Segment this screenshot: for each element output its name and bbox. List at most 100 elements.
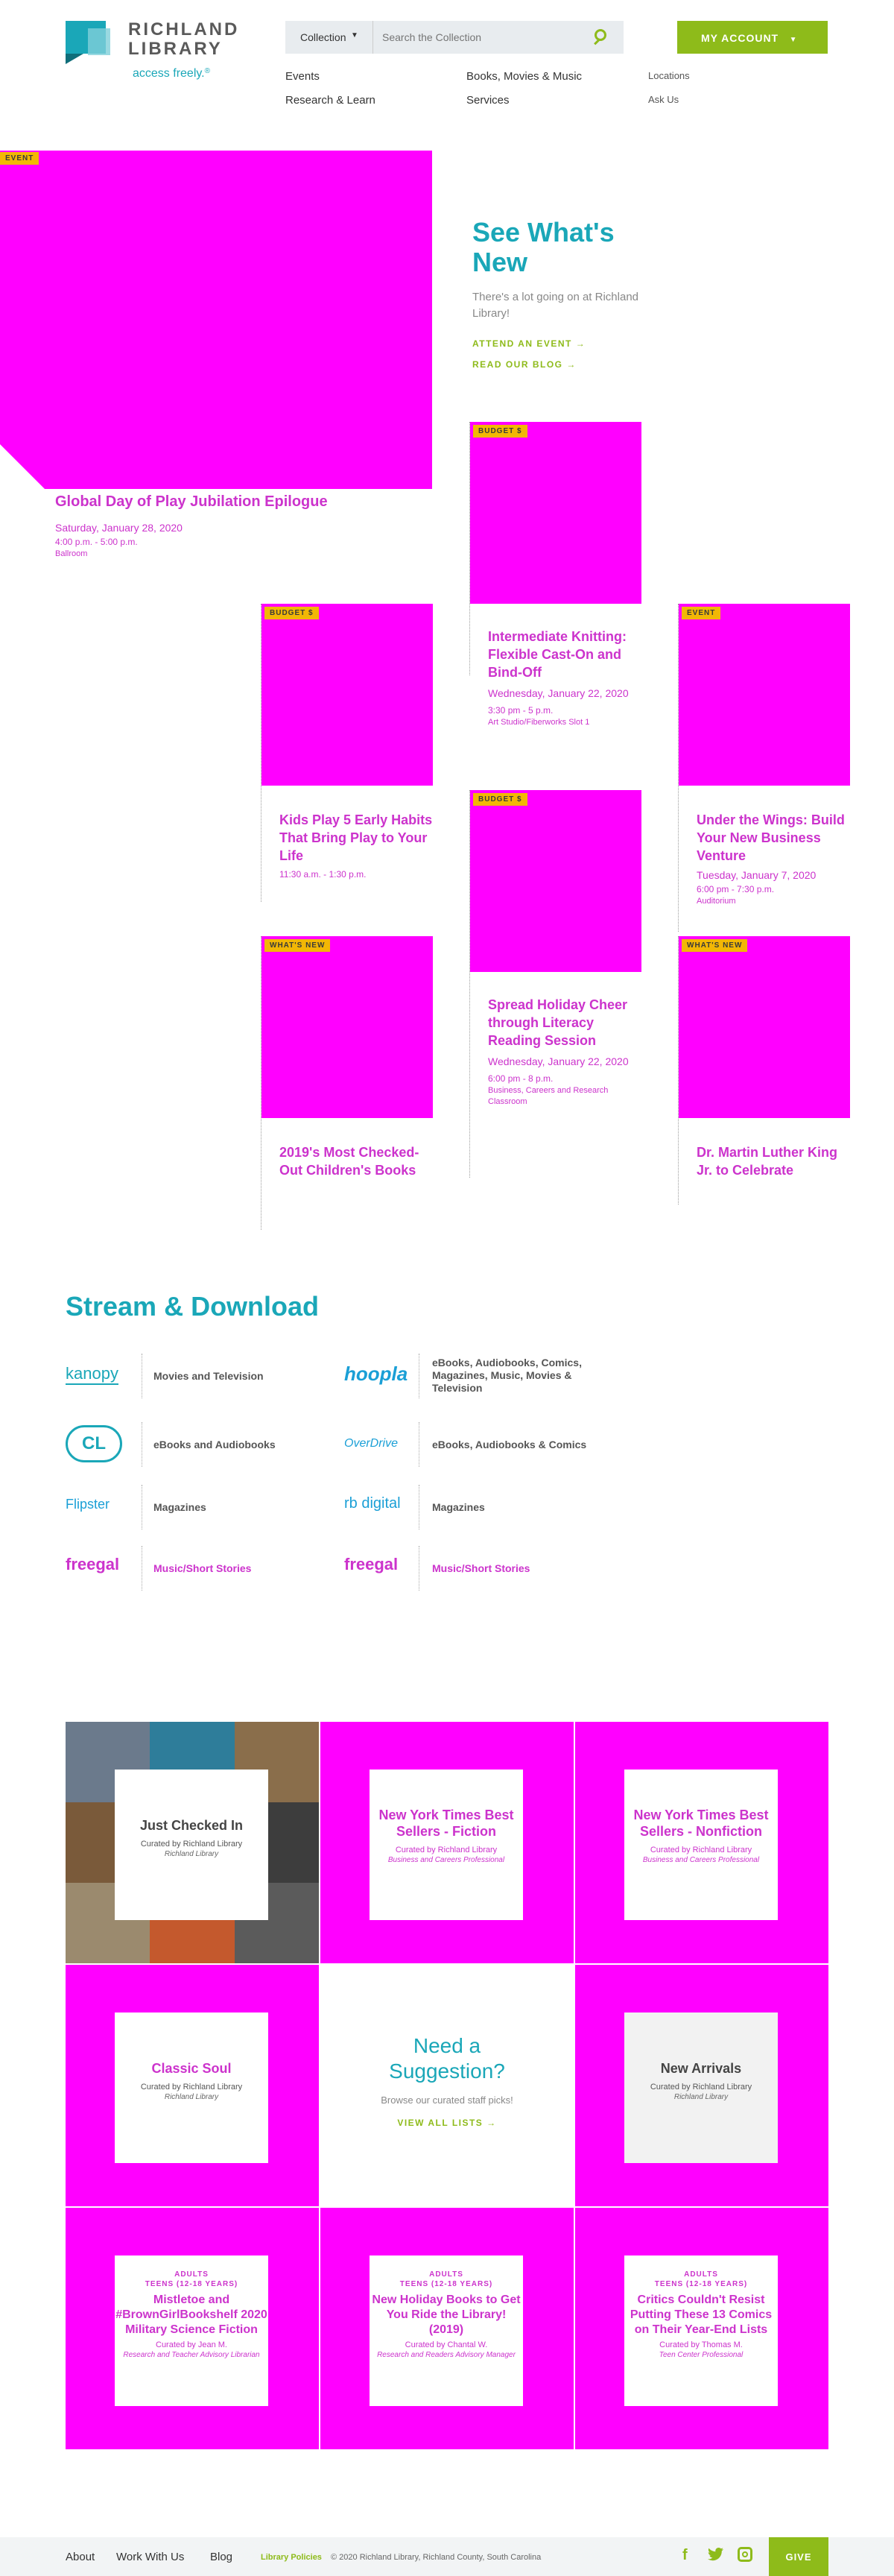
footer-policies-link[interactable]: Library Policies — [261, 2553, 322, 2562]
list-curator-role: Business and Careers Professional — [642, 1856, 760, 1864]
nav-books-movies-music[interactable]: Books, Movies & Music — [466, 70, 582, 83]
event-card[interactable]: WHAT'S NEW Dr. Martin Luther King Jr. to… — [678, 936, 850, 1205]
list-tile-staff-pick[interactable]: ADULTS TEENS (12-18 YEARS) New Holiday B… — [320, 2208, 574, 2449]
list-title: New Holiday Books to Get You Ride the Li… — [372, 2294, 521, 2336]
card-location: Auditorium — [697, 897, 736, 906]
list-curator: Curated by Richland Library — [395, 1846, 498, 1854]
service-rbdigital[interactable]: rb digital Magazines — [344, 1483, 612, 1532]
nav-services[interactable]: Services — [466, 94, 510, 107]
suggestion-tile: Need a Suggestion? Browse our curated st… — [320, 1965, 574, 2206]
service-hoopla[interactable]: hoopla eBooks, Audiobooks, Comics, Magaz… — [344, 1352, 612, 1401]
arrow-right-icon: → — [575, 338, 586, 349]
tile-audience: ADULTS — [174, 2270, 209, 2279]
service-overdrive[interactable]: OverDrive eBooks, Audiobooks & Comics — [344, 1421, 612, 1470]
event-card[interactable]: BUDGET $ Spread Holiday Cheer through Li… — [469, 790, 641, 1178]
logo-mark-icon — [66, 21, 115, 64]
card-image — [679, 936, 850, 1118]
search-icon[interactable] — [592, 28, 612, 47]
list-tile-staff-pick[interactable]: ADULTS TEENS (12-18 YEARS) Mistletoe and… — [66, 2208, 319, 2449]
footer-blog-link[interactable]: Blog — [210, 2551, 232, 2563]
give-label: GIVE — [785, 2551, 812, 2563]
twitter-icon[interactable] — [708, 2548, 724, 2561]
search-input[interactable] — [382, 27, 583, 48]
service-freegal[interactable]: freegal Music/Short Stories — [66, 1544, 326, 1594]
service-label: eBooks, Audiobooks & Comics — [432, 1439, 587, 1450]
card-title: 2019's Most Checked-Out Children's Books — [279, 1145, 419, 1178]
card-time: 6:00 pm - 7:30 p.m. — [697, 884, 775, 894]
featured-event[interactable]: Global Day of Play Jubilation Epilogue S… — [55, 492, 428, 560]
list-curator-role: Research and Teacher Advisory Librarian — [123, 2351, 260, 2359]
service-logo: hoopla — [344, 1363, 408, 1385]
give-button[interactable]: GIVE — [769, 2537, 828, 2576]
hero-title: See What's New — [472, 217, 615, 277]
service-freegal[interactable]: freegal Music/Short Stories — [344, 1544, 612, 1594]
event-card[interactable]: BUDGET $ Intermediate Knitting: Flexible… — [469, 422, 641, 727]
nav-research-learn[interactable]: Research & Learn — [285, 94, 375, 107]
collection-select[interactable]: Collection ▼ — [285, 21, 373, 54]
facebook-icon[interactable]: f — [682, 2547, 688, 2564]
footer-work-with-us-link[interactable]: Work With Us — [116, 2551, 184, 2563]
card-location: Business, Careers and Research Classroom — [488, 1086, 609, 1106]
card-date: Wednesday, January 22, 2020 — [488, 687, 629, 699]
event-card[interactable]: BUDGET $ Kids Play 5 Early Habits That B… — [261, 604, 433, 902]
list-curator: Curated by Richland Library — [140, 2083, 243, 2092]
list-curator-role: Richland Library — [164, 2093, 219, 2101]
read-blog-link[interactable]: READ OUR BLOG → — [472, 359, 577, 370]
featured-title: Global Day of Play Jubilation Epilogue — [55, 493, 328, 510]
read-blog-label: READ OUR BLOG — [472, 359, 563, 370]
tile-audience: ADULTS — [429, 2270, 463, 2279]
card-tag: BUDGET $ — [264, 607, 319, 619]
service-kanopy[interactable]: kanopy Movies and Television — [66, 1352, 326, 1401]
card-date: Wednesday, January 22, 2020 — [488, 1055, 629, 1067]
hero-image[interactable] — [0, 151, 432, 489]
service-cloudlibrary[interactable]: CL eBooks and Audiobooks — [66, 1421, 326, 1470]
list-curator: Curated by Jean M. — [156, 2340, 227, 2349]
card-title: Intermediate Knitting: Flexible Cast-On … — [488, 629, 627, 680]
logo-line2: LIBRARY — [128, 39, 223, 59]
attend-event-link[interactable]: ATTEND AN EVENT → — [472, 338, 586, 349]
list-tile-new-arrivals[interactable]: New Arrivals Curated by Richland Library… — [575, 1965, 828, 2206]
card-location: Art Studio/Fiberworks Slot 1 — [488, 718, 590, 727]
collection-label: Collection — [300, 31, 346, 43]
logo-line1: RICHLAND — [128, 19, 240, 40]
list-tile-just-checked-in[interactable]: Just Checked In Curated by Richland Libr… — [66, 1722, 319, 1963]
service-label: Magazines — [432, 1501, 485, 1513]
card-title: Dr. Martin Luther King Jr. to Celebrate — [697, 1145, 837, 1178]
instagram-icon[interactable] — [738, 2547, 752, 2562]
nav-events[interactable]: Events — [285, 70, 320, 83]
list-tile-nyt-fiction[interactable]: New York Times Best Sellers - Fiction Cu… — [320, 1722, 574, 1963]
cloud-icon: CL — [66, 1425, 122, 1462]
service-label: Music/Short Stories — [153, 1562, 252, 1574]
service-label: eBooks and Audiobooks — [153, 1439, 276, 1450]
my-account-button[interactable]: MY ACCOUNT ▼ — [677, 21, 828, 54]
stream-heading: Stream & Download — [66, 1291, 320, 1322]
my-account-label: MY ACCOUNT — [701, 32, 779, 44]
service-label: Music/Short Stories — [432, 1562, 530, 1574]
event-card[interactable]: WHAT'S NEW 2019's Most Checked-Out Child… — [261, 936, 433, 1230]
tile-audience-2: TEENS (12-18 YEARS) — [145, 2280, 238, 2288]
view-all-lists-link[interactable]: VIEW ALL LISTS → — [397, 2118, 496, 2128]
tile-audience-2: TEENS (12-18 YEARS) — [654, 2280, 748, 2288]
list-tile-nyt-nonfiction[interactable]: New York Times Best Sellers - Nonfiction… — [575, 1722, 828, 1963]
card-image — [470, 422, 641, 604]
list-tile-staff-pick[interactable]: ADULTS TEENS (12-18 YEARS) Critics Could… — [575, 2208, 828, 2449]
list-curator-role: Richland Library — [673, 2093, 729, 2101]
list-title: New York Times Best Sellers - Nonfiction — [633, 1808, 769, 1839]
chevron-down-icon: ▼ — [789, 36, 797, 44]
nav-ask-us[interactable]: Ask Us — [648, 94, 679, 105]
list-title: Classic Soul — [151, 2061, 232, 2076]
list-tile-music[interactable]: Classic Soul Curated by Richland Library… — [66, 1965, 319, 2206]
service-logo: Flipster — [66, 1497, 110, 1512]
hero-corner — [0, 444, 45, 489]
logo[interactable]: RICHLAND LIBRARY access freely.® — [66, 19, 267, 86]
card-image — [261, 936, 433, 1118]
hero-tag: EVENT — [0, 152, 39, 165]
footer: About Work With Us Blog Library Policies… — [0, 2537, 894, 2576]
list-curator: Curated by Richland Library — [140, 1840, 243, 1849]
service-flipster[interactable]: Flipster Magazines — [66, 1483, 326, 1532]
footer-about-link[interactable]: About — [66, 2551, 95, 2563]
event-card[interactable]: EVENT Under the Wings: Build Your New Bu… — [678, 604, 850, 932]
nav-locations[interactable]: Locations — [648, 70, 690, 81]
tile-audience: ADULTS — [684, 2270, 718, 2279]
service-logo: rb digital — [344, 1495, 401, 1512]
